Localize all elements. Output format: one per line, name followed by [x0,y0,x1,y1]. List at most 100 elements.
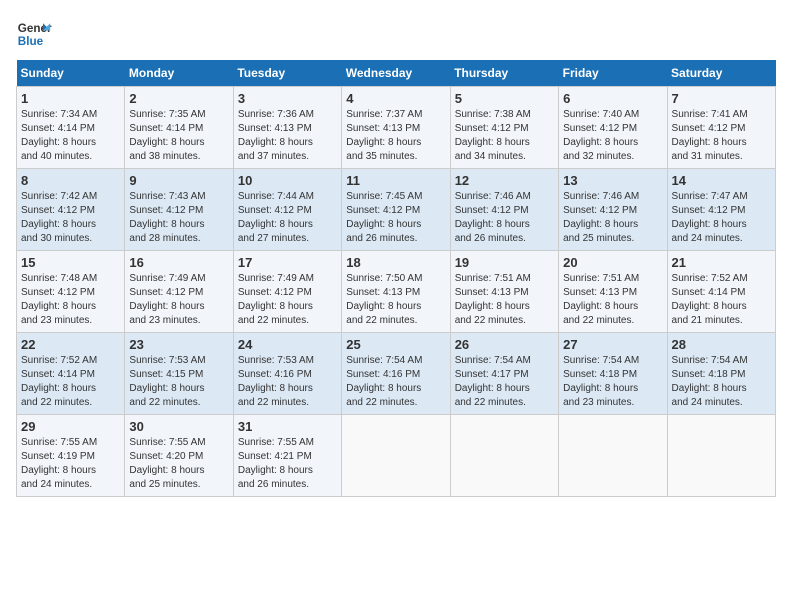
calendar-cell: 17 Sunrise: 7:49 AM Sunset: 4:12 PM Dayli… [233,251,341,333]
day-number: 4 [346,91,445,106]
day-info: Sunrise: 7:41 AM Sunset: 4:12 PM Dayligh… [672,108,771,164]
day-number: 6 [563,91,662,106]
header-day-tuesday: Tuesday [233,60,341,87]
calendar-week-3: 15Sunrise: 7:48 AM Sunset: 4:12 PM Dayli… [17,251,776,333]
day-info: Sunrise: 7:49 AM Sunset: 4:12 PM Dayligh… [238,272,337,328]
day-info: Sunrise: 7:44 AM Sunset: 4:12 PM Dayligh… [238,190,337,246]
day-info: Sunrise: 7:55 AM Sunset: 4:19 PM Dayligh… [21,436,120,492]
day-number: 22 [21,337,120,352]
logo-icon: General Blue [16,16,52,52]
day-info: Sunrise: 7:34 AM Sunset: 4:14 PM Dayligh… [21,108,120,164]
day-number: 31 [238,419,337,434]
header-day-friday: Friday [559,60,667,87]
day-number: 29 [21,419,120,434]
day-number: 7 [672,91,771,106]
day-info: Sunrise: 7:35 AM Sunset: 4:14 PM Dayligh… [129,108,228,164]
day-info: Sunrise: 7:55 AM Sunset: 4:21 PM Dayligh… [238,436,337,492]
day-number: 19 [455,255,554,270]
calendar-cell: 21 Sunrise: 7:52 AM Sunset: 4:14 PM Dayli… [667,251,775,333]
day-number: 25 [346,337,445,352]
day-info: Sunrise: 7:52 AM Sunset: 4:14 PM Dayligh… [21,354,120,410]
calendar-cell: 2 Sunrise: 7:35 AM Sunset: 4:14 PM Daylig… [125,87,233,169]
day-number: 14 [672,173,771,188]
calendar-cell [559,415,667,497]
calendar-cell: 16 Sunrise: 7:49 AM Sunset: 4:12 PM Dayli… [125,251,233,333]
calendar-cell: 6Sunrise: 7:40 AM Sunset: 4:12 PM Daylig… [559,87,667,169]
calendar-cell: 3 Sunrise: 7:36 AM Sunset: 4:13 PM Daylig… [233,87,341,169]
header-day-monday: Monday [125,60,233,87]
calendar-cell: 15Sunrise: 7:48 AM Sunset: 4:12 PM Dayli… [17,251,125,333]
day-number: 15 [21,255,120,270]
calendar-cell: 22 Sunrise: 7:52 AM Sunset: 4:14 PM Dayli… [17,333,125,415]
calendar-cell: 24 Sunrise: 7:53 AM Sunset: 4:16 PM Dayli… [233,333,341,415]
calendar-cell: 29 Sunrise: 7:55 AM Sunset: 4:19 PM Dayli… [17,415,125,497]
day-number: 8 [21,173,120,188]
calendar-cell: 7 Sunrise: 7:41 AM Sunset: 4:12 PM Daylig… [667,87,775,169]
day-number: 24 [238,337,337,352]
calendar-cell: 25Sunrise: 7:54 AM Sunset: 4:16 PM Dayli… [342,333,450,415]
header-day-wednesday: Wednesday [342,60,450,87]
calendar-cell: 1 Sunrise: 7:34 AM Sunset: 4:14 PM Daylig… [17,87,125,169]
day-info: Sunrise: 7:49 AM Sunset: 4:12 PM Dayligh… [129,272,228,328]
calendar-table: SundayMondayTuesdayWednesdayThursdayFrid… [16,60,776,497]
day-number: 9 [129,173,228,188]
day-info: Sunrise: 7:46 AM Sunset: 4:12 PM Dayligh… [563,190,662,246]
calendar-cell: 10 Sunrise: 7:44 AM Sunset: 4:12 PM Dayli… [233,169,341,251]
calendar-cell: 14Sunrise: 7:47 AM Sunset: 4:12 PM Dayli… [667,169,775,251]
day-info: Sunrise: 7:42 AM Sunset: 4:12 PM Dayligh… [21,190,120,246]
day-info: Sunrise: 7:53 AM Sunset: 4:15 PM Dayligh… [129,354,228,410]
day-info: Sunrise: 7:45 AM Sunset: 4:12 PM Dayligh… [346,190,445,246]
day-info: Sunrise: 7:46 AM Sunset: 4:12 PM Dayligh… [455,190,554,246]
calendar-cell [342,415,450,497]
calendar-cell: 8 Sunrise: 7:42 AM Sunset: 4:12 PM Daylig… [17,169,125,251]
day-info: Sunrise: 7:52 AM Sunset: 4:14 PM Dayligh… [672,272,771,328]
calendar-cell: 19 Sunrise: 7:51 AM Sunset: 4:13 PM Dayli… [450,251,558,333]
day-number: 27 [563,337,662,352]
day-number: 10 [238,173,337,188]
day-number: 20 [563,255,662,270]
day-info: Sunrise: 7:38 AM Sunset: 4:12 PM Dayligh… [455,108,554,164]
day-number: 18 [346,255,445,270]
calendar-cell: 27 Sunrise: 7:54 AM Sunset: 4:18 PM Dayli… [559,333,667,415]
day-number: 13 [563,173,662,188]
svg-text:Blue: Blue [18,35,44,48]
calendar-cell: 20Sunrise: 7:51 AM Sunset: 4:13 PM Dayli… [559,251,667,333]
day-number: 21 [672,255,771,270]
day-info: Sunrise: 7:53 AM Sunset: 4:16 PM Dayligh… [238,354,337,410]
day-info: Sunrise: 7:51 AM Sunset: 4:13 PM Dayligh… [455,272,554,328]
calendar-cell: 30Sunrise: 7:55 AM Sunset: 4:20 PM Dayli… [125,415,233,497]
calendar-cell: 18Sunrise: 7:50 AM Sunset: 4:13 PM Dayli… [342,251,450,333]
calendar-cell [667,415,775,497]
day-number: 23 [129,337,228,352]
day-info: Sunrise: 7:54 AM Sunset: 4:18 PM Dayligh… [672,354,771,410]
logo: General Blue [16,16,52,52]
calendar-body: 1 Sunrise: 7:34 AM Sunset: 4:14 PM Daylig… [17,87,776,497]
calendar-header: SundayMondayTuesdayWednesdayThursdayFrid… [17,60,776,87]
day-number: 2 [129,91,228,106]
calendar-cell: 28 Sunrise: 7:54 AM Sunset: 4:18 PM Dayli… [667,333,775,415]
day-number: 16 [129,255,228,270]
calendar-week-5: 29 Sunrise: 7:55 AM Sunset: 4:19 PM Dayli… [17,415,776,497]
calendar-cell [450,415,558,497]
day-info: Sunrise: 7:54 AM Sunset: 4:18 PM Dayligh… [563,354,662,410]
day-info: Sunrise: 7:43 AM Sunset: 4:12 PM Dayligh… [129,190,228,246]
day-number: 11 [346,173,445,188]
calendar-cell: 26 Sunrise: 7:54 AM Sunset: 4:17 PM Dayli… [450,333,558,415]
day-number: 5 [455,91,554,106]
header-day-thursday: Thursday [450,60,558,87]
day-info: Sunrise: 7:37 AM Sunset: 4:13 PM Dayligh… [346,108,445,164]
day-number: 26 [455,337,554,352]
day-info: Sunrise: 7:36 AM Sunset: 4:13 PM Dayligh… [238,108,337,164]
calendar-week-4: 22 Sunrise: 7:52 AM Sunset: 4:14 PM Dayli… [17,333,776,415]
calendar-week-1: 1 Sunrise: 7:34 AM Sunset: 4:14 PM Daylig… [17,87,776,169]
day-number: 28 [672,337,771,352]
day-info: Sunrise: 7:54 AM Sunset: 4:17 PM Dayligh… [455,354,554,410]
day-number: 3 [238,91,337,106]
header-day-saturday: Saturday [667,60,775,87]
day-number: 1 [21,91,120,106]
calendar-cell: 9 Sunrise: 7:43 AM Sunset: 4:12 PM Daylig… [125,169,233,251]
calendar-cell: 5 Sunrise: 7:38 AM Sunset: 4:12 PM Daylig… [450,87,558,169]
day-number: 12 [455,173,554,188]
calendar-cell: 13 Sunrise: 7:46 AM Sunset: 4:12 PM Dayli… [559,169,667,251]
day-number: 17 [238,255,337,270]
